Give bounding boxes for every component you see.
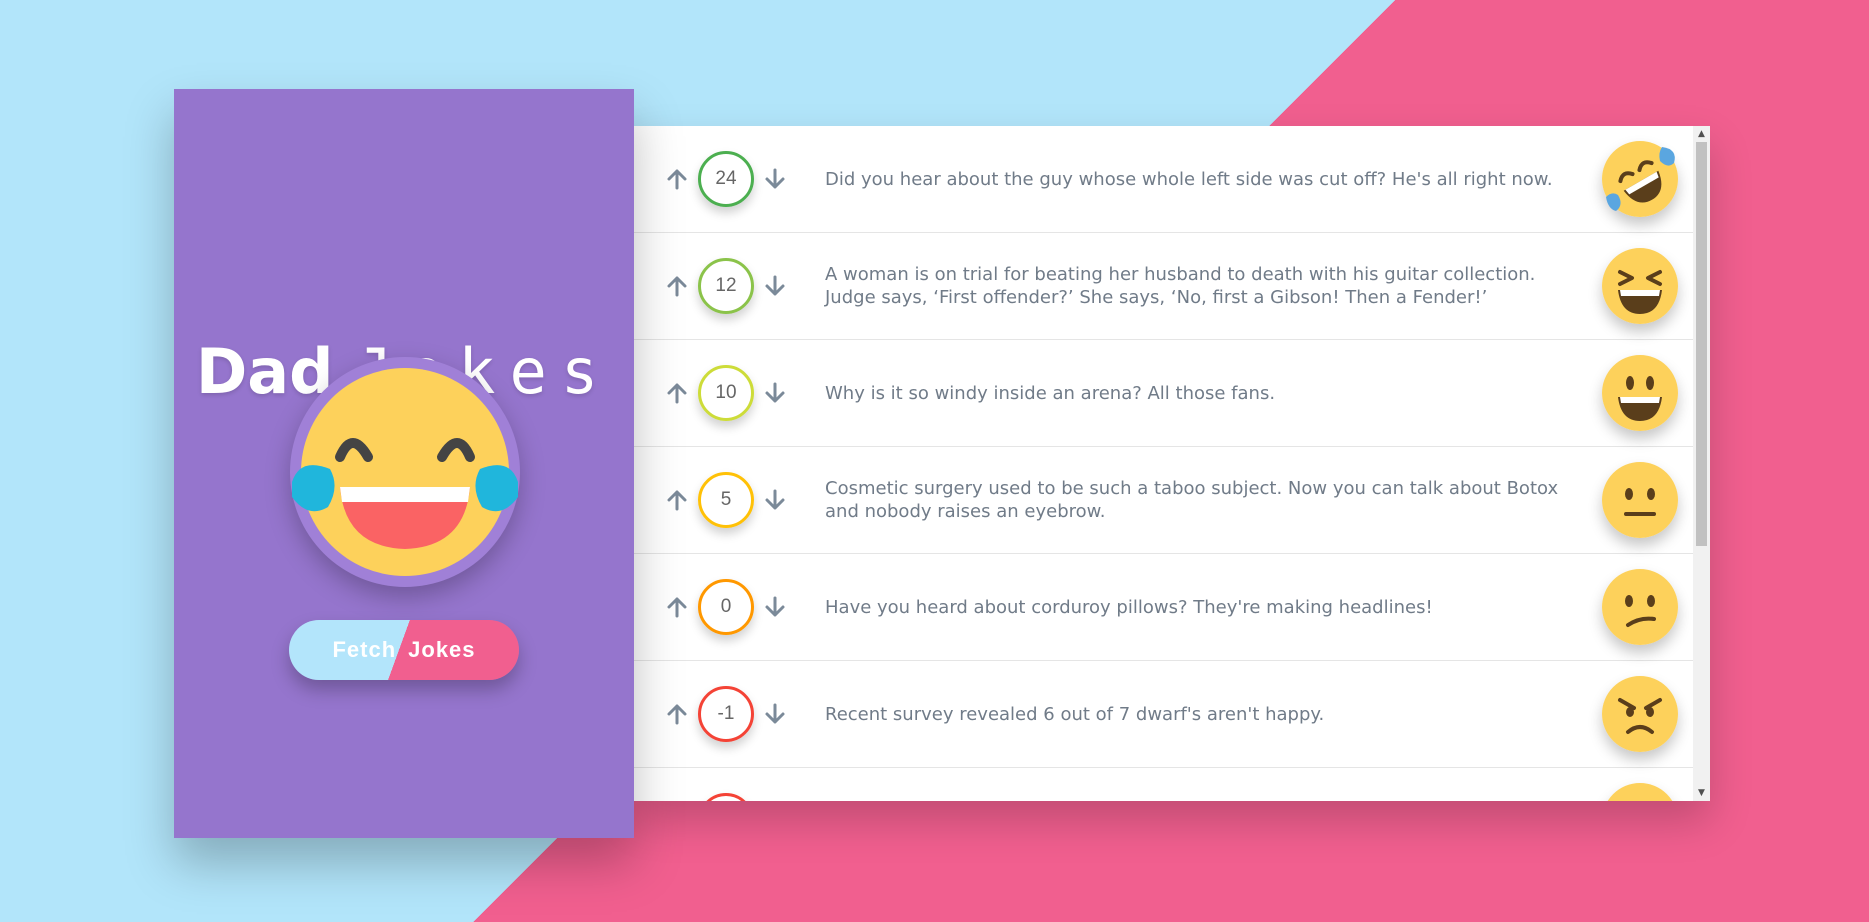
joke-text: Recent survey revealed 6 out of 7 dwarf'… — [825, 703, 1325, 725]
joke-row: 24 Did you hear about the guy whose whole… — [634, 126, 1693, 233]
rolling-on-floor-laughing-icon — [1602, 141, 1678, 217]
joke-score: 24 — [698, 151, 754, 207]
vote-controls: 0 — [634, 579, 818, 635]
joke-row: -1 Recent survey revealed 6 out of 7 dwar… — [634, 661, 1693, 768]
vote-controls: 10 — [634, 365, 818, 421]
fetch-jokes-button[interactable]: Fetch Jokes — [289, 620, 519, 680]
angry-face-icon — [1602, 676, 1678, 752]
joke-score: 5 — [698, 472, 754, 528]
joke-score: 12 — [698, 258, 754, 314]
joke-score: -1 — [698, 686, 754, 742]
upvote-arrow-icon[interactable] — [662, 592, 692, 622]
joke-text: Cosmetic surgery used to be such a taboo… — [825, 478, 1559, 522]
face-icon — [1602, 783, 1678, 801]
scrollbar-thumb[interactable] — [1696, 142, 1707, 546]
laughing-squint-icon — [1602, 248, 1678, 324]
upvote-arrow-icon[interactable] — [662, 485, 692, 515]
upvote-arrow-icon[interactable] — [662, 378, 692, 408]
vote-controls — [634, 793, 818, 801]
joke-text: Did you hear about the guy whose whole l… — [825, 168, 1553, 190]
downvote-arrow-icon[interactable] — [760, 699, 790, 729]
downvote-arrow-icon[interactable] — [760, 271, 790, 301]
confused-face-icon — [1602, 569, 1678, 645]
joke-score — [698, 793, 754, 801]
neutral-face-icon — [1602, 462, 1678, 538]
fetch-label-1: Fetch — [332, 637, 397, 662]
upvote-arrow-icon[interactable] — [662, 271, 692, 301]
scroll-down-icon[interactable]: ▼ — [1693, 785, 1710, 801]
vote-controls: -1 — [634, 686, 818, 742]
joke-row: 5 Cosmetic surgery used to be such a tabo… — [634, 447, 1693, 554]
joke-score: 10 — [698, 365, 754, 421]
scrollbar[interactable]: ▲ ▼ — [1693, 126, 1710, 801]
downvote-arrow-icon[interactable] — [760, 485, 790, 515]
fetch-label-2: Jokes — [408, 637, 476, 662]
joke-score: 0 — [698, 579, 754, 635]
joke-text: Have you heard about corduroy pillows? T… — [825, 596, 1433, 618]
downvote-arrow-icon[interactable] — [760, 378, 790, 408]
downvote-arrow-icon[interactable] — [760, 592, 790, 622]
sidebar: Dad Jokes Fetch Jokes — [174, 89, 634, 838]
joke-text: A woman is on trial for beating her husb… — [825, 264, 1536, 308]
vote-controls: 12 — [634, 258, 818, 314]
jokes-list: 24 Did you hear about the guy whose whole… — [634, 126, 1693, 801]
grinning-face-icon — [1602, 355, 1678, 431]
upvote-arrow-icon[interactable] — [662, 699, 692, 729]
vote-controls: 5 — [634, 472, 818, 528]
joke-row: Two satellites decided to get married. T… — [634, 768, 1693, 801]
joke-row: 10 Why is it so windy inside an arena? Al… — [634, 340, 1693, 447]
joke-row: 12 A woman is on trial for beating her hu… — [634, 233, 1693, 340]
jokes-panel: 24 Did you hear about the guy whose whole… — [634, 126, 1710, 801]
tears-of-joy-icon — [290, 357, 520, 587]
vote-controls: 24 — [634, 151, 818, 207]
scroll-up-icon[interactable]: ▲ — [1693, 126, 1710, 142]
joke-row: 0 Have you heard about corduroy pillows? … — [634, 554, 1693, 661]
joke-text: Why is it so windy inside an arena? All … — [825, 382, 1276, 404]
downvote-arrow-icon[interactable] — [760, 164, 790, 194]
upvote-arrow-icon[interactable] — [662, 164, 692, 194]
